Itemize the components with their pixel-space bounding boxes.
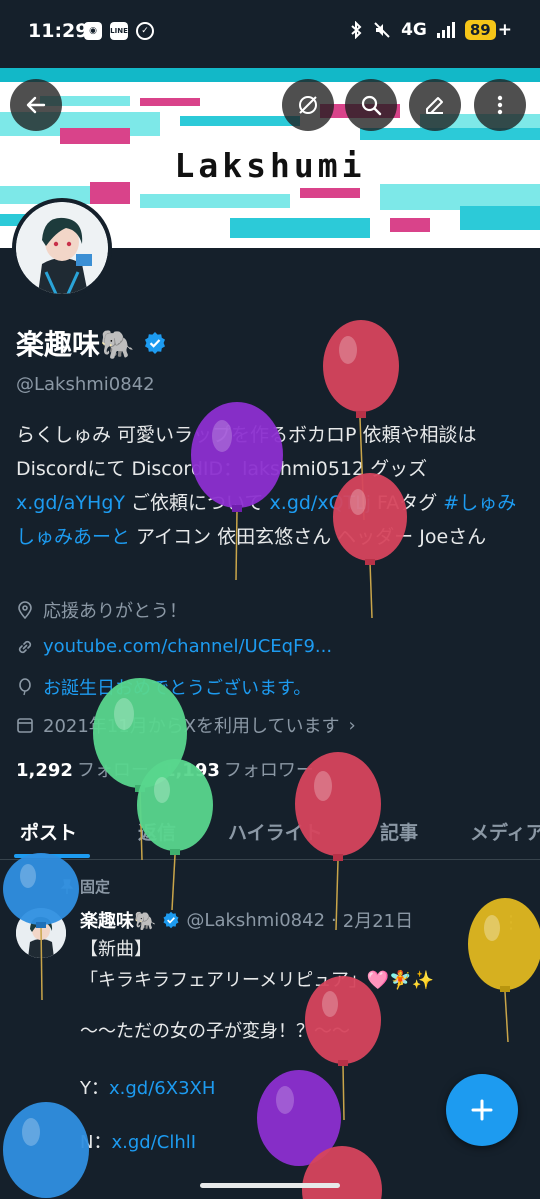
calendar-icon bbox=[17, 718, 33, 733]
mute-icon bbox=[374, 22, 390, 38]
bluetooth-icon bbox=[351, 21, 362, 39]
n-label: N： bbox=[80, 1132, 112, 1153]
network-type: 4G bbox=[401, 20, 427, 40]
back-icon bbox=[26, 96, 46, 114]
post-text-line: 「キラキラフェアリーメリピュア」🩷🧚✨ bbox=[80, 970, 435, 991]
n-link[interactable]: x.gd/ClhlI bbox=[111, 1132, 196, 1153]
following-count: 1,292 bbox=[16, 760, 73, 781]
bio-text: FAタグ bbox=[371, 492, 444, 514]
following-link[interactable]: 1,292 フォロー bbox=[16, 756, 149, 782]
bio-text: ご依頼について bbox=[125, 492, 270, 514]
edit-icon bbox=[426, 97, 443, 114]
website-link[interactable]: youtube.com/channel/UCEqF9... bbox=[43, 636, 332, 657]
location-text: 応援ありがとう！ bbox=[43, 601, 187, 622]
profile-tabs: ポスト 返信 ハイライト 記事 メディア bbox=[0, 808, 540, 860]
active-tab-indicator bbox=[14, 854, 90, 858]
y-link[interactable]: x.gd/6X3XH bbox=[109, 1078, 215, 1099]
verified-badge-icon[interactable] bbox=[143, 331, 167, 355]
profile-handle: @Lakshmi0842 bbox=[16, 374, 155, 395]
post-author-handle: @Lakshmi0842 bbox=[186, 909, 326, 931]
status-right: 4G 89 + bbox=[349, 20, 512, 40]
profile-name-row: 楽趣味🐘 bbox=[16, 323, 167, 363]
discord-icon: ◉ bbox=[84, 22, 102, 40]
balloon-icon bbox=[302, 1146, 382, 1199]
balloon-icon bbox=[19, 678, 31, 696]
pinned-label: 固定 bbox=[60, 876, 110, 897]
search-icon bbox=[361, 95, 382, 116]
post-separator: · bbox=[331, 909, 337, 931]
balloon-icon bbox=[3, 1102, 89, 1198]
notification-icons: ◉ LINE ✓ bbox=[84, 22, 154, 40]
tab-replies[interactable]: 返信 bbox=[138, 818, 176, 845]
back-button[interactable] bbox=[10, 79, 62, 131]
compose-button[interactable] bbox=[446, 1074, 518, 1146]
bio-link-request[interactable]: x.gd/xQTLj bbox=[270, 492, 371, 514]
tab-posts[interactable]: ポスト bbox=[20, 818, 77, 845]
pinned-text: 固定 bbox=[80, 878, 111, 896]
post-author-name[interactable]: 楽趣味🐘 bbox=[80, 907, 156, 933]
battery-charging: + bbox=[497, 20, 512, 40]
post-text-line: 〜〜ただの女の子が変身！？〜〜 bbox=[80, 1021, 350, 1042]
profile-website[interactable]: youtube.com/channel/UCEqF9... bbox=[16, 636, 332, 657]
bio-text: アイコン 依田玄悠さん ヘッダー Joeさん bbox=[130, 526, 487, 548]
post-date[interactable]: 2月21日 bbox=[343, 907, 413, 933]
bio-link-goods[interactable]: x.gd/aYHgY bbox=[16, 492, 125, 514]
check-circle-icon: ✓ bbox=[136, 22, 154, 40]
eye-off-icon bbox=[299, 96, 317, 114]
joined-text: 2021年11月からXを利用しています bbox=[43, 716, 340, 737]
follow-stats: 1,292 フォロー 1,193 フォロワー bbox=[16, 756, 314, 782]
battery-icon: 89 bbox=[464, 20, 496, 40]
profile-location: 応援ありがとう！ bbox=[16, 597, 187, 623]
profile-joined[interactable]: 2021年11月からXを利用しています › bbox=[16, 712, 356, 738]
tab-highlights[interactable]: ハイライト bbox=[228, 818, 323, 845]
post-more-icon[interactable]: ⋮ bbox=[502, 912, 520, 933]
pin-icon bbox=[60, 878, 74, 894]
edit-button[interactable] bbox=[409, 79, 461, 131]
post-text-line: 【新曲】 bbox=[80, 939, 152, 960]
mute-user-button[interactable] bbox=[282, 79, 334, 131]
search-button[interactable] bbox=[345, 79, 397, 131]
plus-icon bbox=[471, 1099, 493, 1121]
profile-birthday: お誕生日おめでとうございます。 bbox=[16, 674, 311, 700]
link-icon bbox=[18, 640, 32, 653]
balloon-icon bbox=[257, 1070, 341, 1166]
more-vertical-icon bbox=[497, 95, 503, 115]
post-author-avatar[interactable] bbox=[16, 908, 66, 958]
tab-media[interactable]: メディア bbox=[470, 818, 540, 845]
post-link-line-y: Y：x.gd/6X3XH bbox=[80, 1074, 215, 1100]
profile-avatar[interactable] bbox=[12, 198, 112, 298]
banner-title: Lakshumi bbox=[174, 146, 366, 185]
post-link-line-n: N：x.gd/ClhlI bbox=[80, 1128, 196, 1154]
status-time: 11:29 bbox=[28, 20, 89, 42]
chevron-right-icon: › bbox=[348, 714, 356, 736]
location-icon bbox=[18, 601, 32, 619]
home-indicator bbox=[200, 1183, 340, 1188]
followers-link[interactable]: 1,193 フォロワー bbox=[163, 756, 314, 782]
status-bar: 11:29 ◉ LINE ✓ 4G 89 + bbox=[0, 0, 540, 68]
line-icon: LINE bbox=[110, 22, 128, 40]
avatar-image bbox=[16, 202, 108, 294]
more-button[interactable] bbox=[474, 79, 526, 131]
following-label: フォロー bbox=[76, 760, 149, 781]
bio-text: らくしゅみ 可愛いラップを作るボカロP 依頼や相談はDiscordにて Disc… bbox=[16, 424, 477, 480]
profile-name: 楽趣味🐘 bbox=[16, 328, 135, 361]
birthday-text: お誕生日おめでとうございます。 bbox=[43, 678, 312, 699]
followers-label: フォロワー bbox=[223, 760, 314, 781]
verified-badge-icon bbox=[163, 911, 179, 929]
tab-articles[interactable]: 記事 bbox=[380, 818, 418, 845]
signal-icon bbox=[436, 22, 455, 38]
y-label: Y： bbox=[80, 1078, 109, 1099]
post-header: 楽趣味🐘 @Lakshmi0842 · 2月21日 bbox=[80, 907, 413, 933]
balloon-icon bbox=[305, 976, 381, 1121]
followers-count: 1,193 bbox=[162, 760, 220, 781]
profile-bio: らくしゅみ 可愛いラップを作るボカロP 依頼や相談はDiscordにて Disc… bbox=[16, 418, 528, 554]
